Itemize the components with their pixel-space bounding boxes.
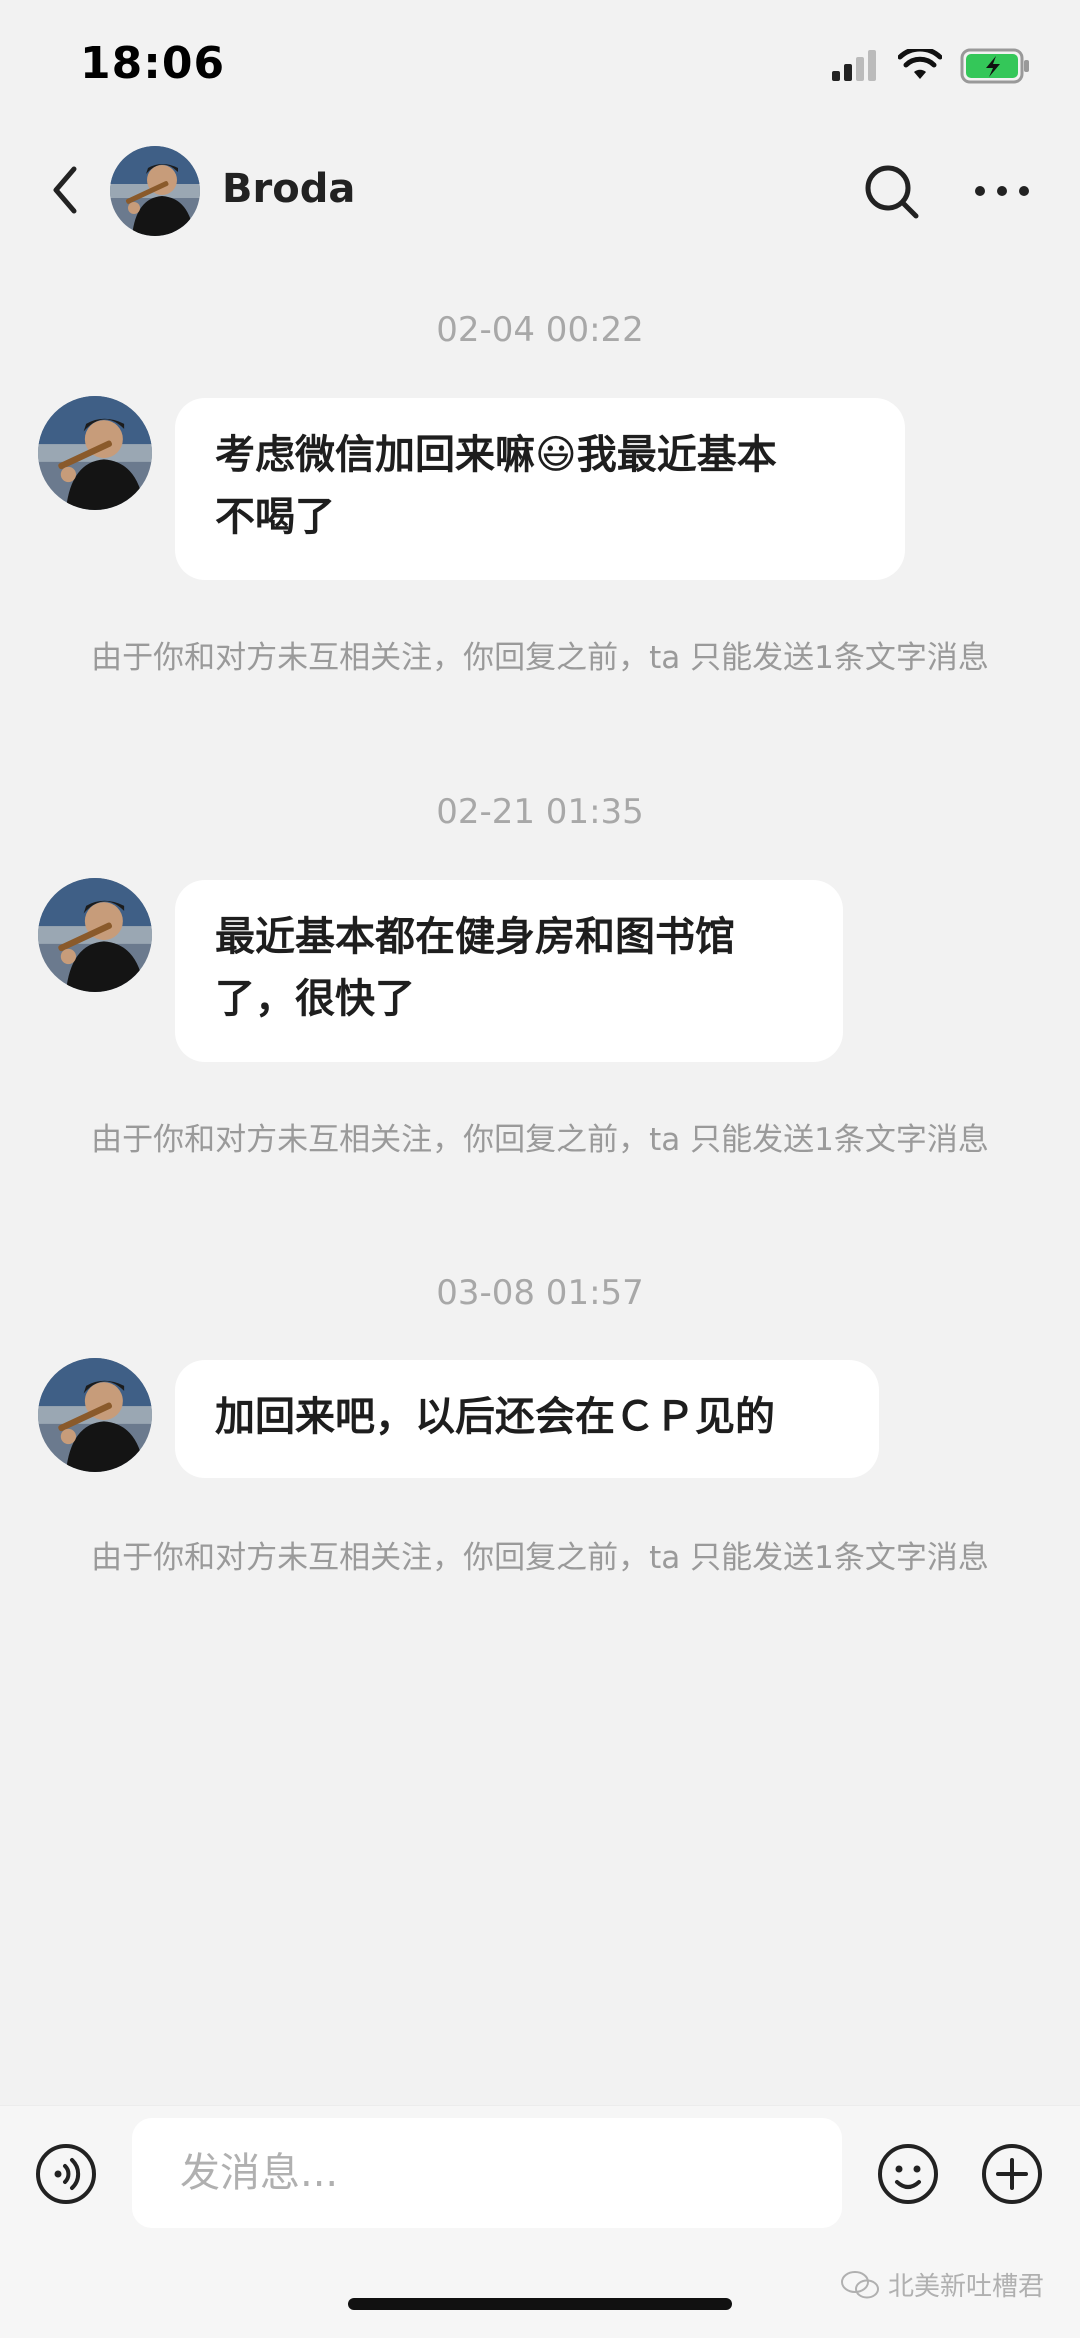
sender-avatar[interactable]	[38, 878, 152, 992]
message-input[interactable]	[132, 2118, 842, 2228]
message-bubble[interactable]: 最近基本都在健身房和图书馆 了，很快了	[175, 880, 843, 1062]
avatar-photo	[110, 146, 200, 236]
search-button[interactable]	[860, 160, 924, 224]
more-button[interactable]	[970, 166, 1034, 216]
back-button[interactable]	[40, 160, 90, 220]
message-line: 了，很快了	[215, 976, 415, 1022]
more-icon	[975, 186, 1029, 196]
battery-icon	[960, 48, 1029, 84]
sender-avatar[interactable]	[38, 396, 152, 510]
search-icon	[865, 165, 919, 219]
message-timestamp: 02-21 01:35	[436, 792, 644, 832]
smile-emoji-icon: 😃	[535, 432, 577, 478]
system-note: 由于你和对方未互相关注，你回复之前，ta 只能发送1条文字消息	[91, 640, 989, 676]
wechat-icon	[840, 2270, 879, 2298]
message-line: 不喝了	[215, 494, 335, 540]
avatar-photo	[38, 878, 152, 992]
plus-icon	[982, 2144, 1042, 2204]
avatar-photo	[38, 1358, 152, 1472]
sender-avatar[interactable]	[38, 1358, 152, 1472]
system-note: 由于你和对方未互相关注，你回复之前，ta 只能发送1条文字消息	[91, 1540, 989, 1576]
status-icons	[832, 48, 1030, 84]
status-time: 18:06	[80, 38, 226, 89]
home-indicator[interactable]	[348, 2298, 732, 2310]
wifi-icon	[898, 49, 942, 79]
message-bubble[interactable]: 加回来吧，以后还会在ＣＰ见的	[175, 1360, 879, 1478]
system-note: 由于你和对方未互相关注，你回复之前，ta 只能发送1条文字消息	[91, 1122, 989, 1158]
chat-header: Broda	[0, 130, 1080, 250]
message-text: 考虑微信加回来嘛	[215, 432, 535, 478]
message-bubble[interactable]: 考虑微信加回来嘛😃我最近基本 不喝了	[175, 398, 905, 580]
emoji-button[interactable]	[876, 2142, 940, 2206]
voice-button[interactable]	[34, 2142, 98, 2206]
signal-icon	[832, 50, 876, 81]
avatar-photo	[38, 396, 152, 510]
message-line: 最近基本都在健身房和图书馆	[215, 914, 735, 960]
watermark: 北美新吐槽君	[840, 2266, 1044, 2303]
message-line: 考虑微信加回来嘛😃我最近基本	[215, 424, 865, 486]
watermark-text: 北美新吐槽君	[887, 2272, 1044, 2302]
message-text: 我最近基本	[576, 432, 777, 478]
message-timestamp: 03-08 01:57	[436, 1273, 644, 1313]
voice-icon	[36, 2144, 96, 2204]
contact-name: Broda	[222, 166, 356, 212]
message-line: 加回来吧，以后还会在ＣＰ见的	[215, 1394, 775, 1440]
plus-button[interactable]	[980, 2142, 1044, 2206]
status-bar: 18:06	[0, 0, 1080, 130]
message-timestamp: 02-04 00:22	[436, 310, 644, 350]
back-icon	[53, 166, 77, 214]
emoji-icon	[878, 2144, 938, 2204]
contact-avatar[interactable]	[110, 146, 200, 236]
